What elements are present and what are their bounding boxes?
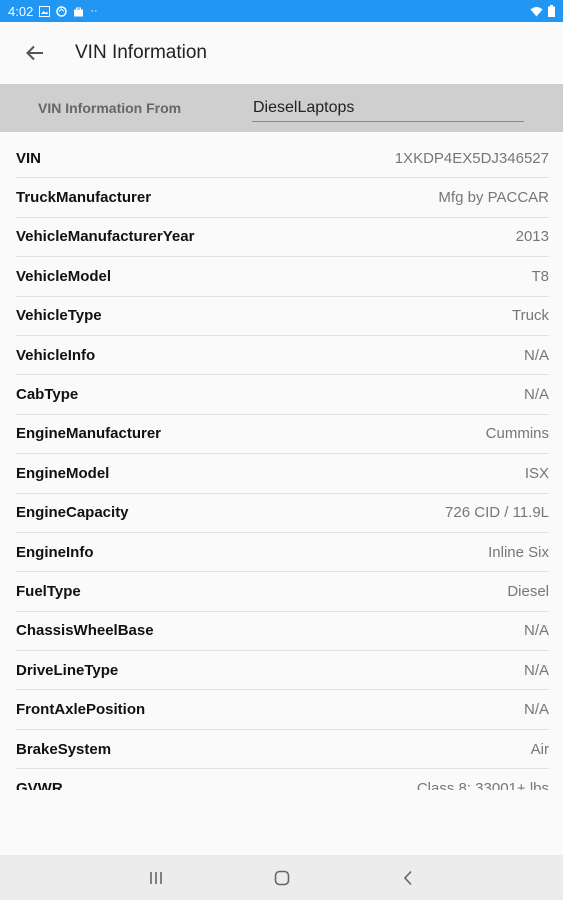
row-label: VehicleModel: [16, 267, 112, 285]
row-label: VIN: [16, 149, 42, 167]
row-value: 2013: [515, 228, 549, 246]
home-button[interactable]: [267, 863, 297, 893]
chevron-left-icon: [403, 870, 412, 885]
list-item: VehicleInfo N/A: [16, 336, 549, 376]
status-time: 4:02: [8, 3, 34, 19]
battery-icon: [548, 5, 555, 17]
row-label: FrontAxlePosition: [16, 701, 146, 719]
row-label: EngineCapacity: [16, 504, 129, 522]
row-value: Truck: [512, 307, 549, 325]
row-value: Diesel: [507, 582, 549, 600]
page-title: VIN Information: [75, 42, 207, 63]
list-item: ChassisWheelBase N/A: [16, 612, 549, 652]
system-nav-bar: [0, 855, 563, 900]
row-label: FuelType: [16, 582, 81, 600]
more-dots-icon: ··: [90, 5, 98, 17]
row-value: ISX: [524, 464, 549, 482]
recents-icon: [149, 871, 162, 884]
gallery-icon: [39, 5, 51, 17]
list-item: EngineModel ISX: [16, 454, 549, 494]
status-bar: 4:02 ··: [0, 0, 563, 22]
list-item: VehicleModel T8: [16, 257, 549, 297]
bag-icon: [74, 7, 84, 16]
row-label: TruckManufacturer: [16, 189, 152, 207]
row-label: VehicleManufacturerYear: [16, 228, 195, 246]
row-value: T8: [531, 267, 549, 285]
row-label: ChassisWheelBase: [16, 622, 154, 640]
vin-source-input[interactable]: DieselLaptops: [252, 96, 524, 122]
list-item: EngineManufacturer Cummins: [16, 415, 549, 455]
row-label: BrakeSystem: [16, 740, 112, 758]
list-item: BrakeSystem Air: [16, 730, 549, 770]
nav-back-button[interactable]: [393, 863, 423, 893]
sync-icon: [56, 5, 68, 17]
row-label: EngineInfo: [16, 543, 94, 561]
row-value: Mfg by PACCAR: [438, 189, 549, 207]
list-item: DriveLineType N/A: [16, 651, 549, 691]
row-label: VehicleInfo: [16, 346, 96, 364]
vin-source-label: VIN Information From: [38, 100, 182, 116]
list-item: FrontAxlePosition N/A: [16, 690, 549, 730]
home-icon: [274, 870, 289, 885]
app-bar: VIN Information: [0, 22, 563, 84]
vin-info-list[interactable]: VIN 1XKDP4EX5DJ346527 TruckManufacturer Mf…: [16, 139, 549, 790]
row-value: Cummins: [485, 425, 549, 443]
row-label: CabType: [16, 386, 79, 404]
list-item: CabType N/A: [16, 375, 549, 415]
wifi-icon: [530, 6, 543, 16]
back-button[interactable]: [20, 38, 50, 68]
list-item: EngineCapacity 726 CID / 11.9L: [16, 494, 549, 533]
arrow-left-icon: [26, 45, 43, 61]
list-item: EngineInfo Inline Six: [16, 533, 549, 573]
row-label: EngineModel: [16, 464, 110, 482]
row-value: Inline Six: [488, 543, 549, 561]
list-item: TruckManufacturer Mfg by PACCAR: [16, 178, 549, 218]
row-label: GVWR: [16, 779, 63, 790]
row-value: N/A: [523, 622, 549, 640]
vin-source-section: VIN Information From DieselLaptops: [0, 84, 563, 132]
row-label: DriveLineType: [16, 661, 119, 679]
row-value: 1XKDP4EX5DJ346527: [394, 149, 549, 167]
list-item: GVWR Class 8: 33001+ lbs: [16, 769, 549, 790]
recents-button[interactable]: [141, 863, 171, 893]
row-value: Class 8: 33001+ lbs: [416, 779, 549, 790]
row-value: 726 CID / 11.9L: [445, 504, 549, 522]
row-value: N/A: [523, 661, 549, 679]
list-item: VIN 1XKDP4EX5DJ346527: [16, 139, 549, 179]
row-value: N/A: [523, 701, 549, 719]
row-value: Air: [530, 740, 549, 758]
list-item: FuelType Diesel: [16, 572, 549, 612]
row-label: EngineManufacturer: [16, 425, 162, 443]
row-value: N/A: [523, 386, 549, 404]
row-label: VehicleType: [16, 307, 102, 325]
list-item: VehicleType Truck: [16, 297, 549, 336]
list-item: VehicleManufacturerYear 2013: [16, 218, 549, 258]
row-value: N/A: [523, 346, 549, 364]
